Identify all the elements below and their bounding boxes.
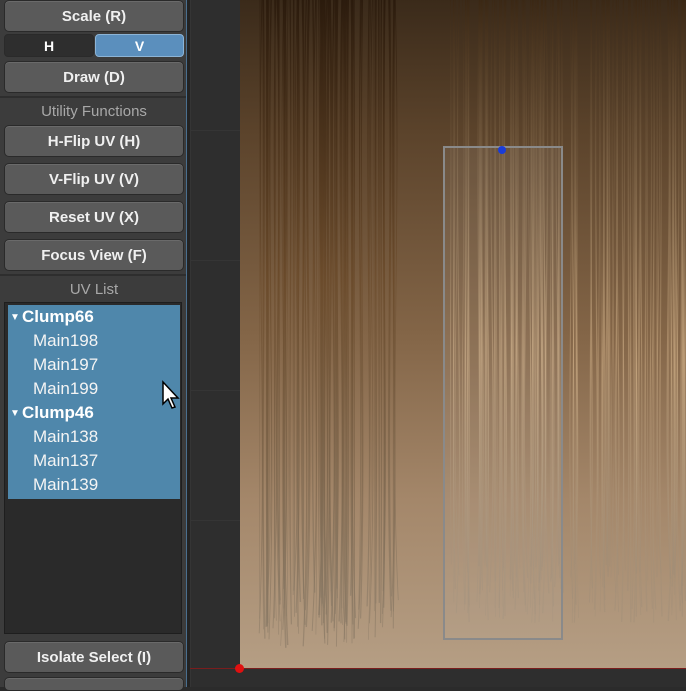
hair-strand	[367, 0, 369, 606]
list-item[interactable]: Main139	[8, 473, 180, 497]
vertical-toggle[interactable]: V	[95, 34, 184, 57]
pivot-handle[interactable]	[498, 146, 506, 154]
uv-list-heading: UV List	[4, 278, 184, 300]
utility-functions-heading: Utility Functions	[4, 100, 184, 122]
uv-selection-box[interactable]	[443, 146, 563, 640]
hair-strand	[600, 0, 602, 612]
hair-strand	[294, 0, 295, 617]
list-item[interactable]: Main138	[8, 425, 180, 449]
hair-strand	[287, 0, 289, 616]
isolate-select-button[interactable]: Isolate Select (I)	[4, 641, 184, 673]
hair-strand	[647, 0, 648, 581]
list-item[interactable]: Main198	[8, 329, 180, 353]
tool-panel: Scale (R) H V Draw (D) Utility Functions…	[0, 0, 186, 687]
section-divider	[0, 274, 186, 276]
hair-strand	[290, 0, 292, 624]
hair-strand	[284, 0, 285, 600]
hflip-uv-button[interactable]: H-Flip UV (H)	[4, 125, 184, 157]
hair-strand	[628, 0, 629, 591]
mouse-cursor-icon	[161, 380, 181, 410]
list-item[interactable]: Main197	[8, 353, 180, 377]
uv-list[interactable]: ▼ Clump66 Main198 Main197 Main199 ▼ Clum…	[4, 302, 182, 634]
list-item[interactable]: Main199	[8, 377, 180, 401]
hair-strand	[379, 0, 380, 603]
chevron-down-icon[interactable]: ▼	[10, 312, 22, 323]
hair-strand	[630, 0, 631, 622]
tree-group-clump66[interactable]: ▼ Clump66	[8, 305, 180, 329]
origin-point	[235, 664, 244, 673]
u-axis-line	[190, 668, 686, 669]
hair-strand	[609, 0, 610, 567]
reset-uv-button[interactable]: Reset UV (X)	[4, 201, 184, 233]
tree-group-clump46[interactable]: ▼ Clump46	[8, 401, 180, 425]
hair-strand	[623, 0, 625, 570]
focus-view-button[interactable]: Focus View (F)	[4, 239, 184, 271]
grid-line	[190, 0, 191, 687]
chevron-down-icon[interactable]: ▼	[10, 408, 22, 419]
hair-strand	[327, 0, 328, 633]
horizontal-toggle[interactable]: H	[4, 34, 94, 57]
uv-viewport[interactable]	[190, 0, 686, 687]
vflip-uv-button[interactable]: V-Flip UV (V)	[4, 163, 184, 195]
group-label: Clump46	[22, 403, 94, 423]
hair-strand	[279, 0, 280, 605]
hair-strand	[645, 0, 647, 612]
group-label: Clump66	[22, 307, 94, 327]
hair-strand	[660, 0, 662, 617]
scale-button[interactable]: Scale (R)	[4, 0, 184, 32]
hair-strand	[381, 0, 382, 623]
hair-strand	[263, 0, 265, 639]
hair-strand	[677, 0, 681, 611]
section-divider	[0, 96, 186, 98]
next-button-partial[interactable]	[4, 677, 184, 691]
hair-strand	[598, 0, 600, 578]
hair-strand	[395, 0, 399, 600]
list-item[interactable]: Main137	[8, 449, 180, 473]
draw-button[interactable]: Draw (D)	[4, 61, 184, 93]
